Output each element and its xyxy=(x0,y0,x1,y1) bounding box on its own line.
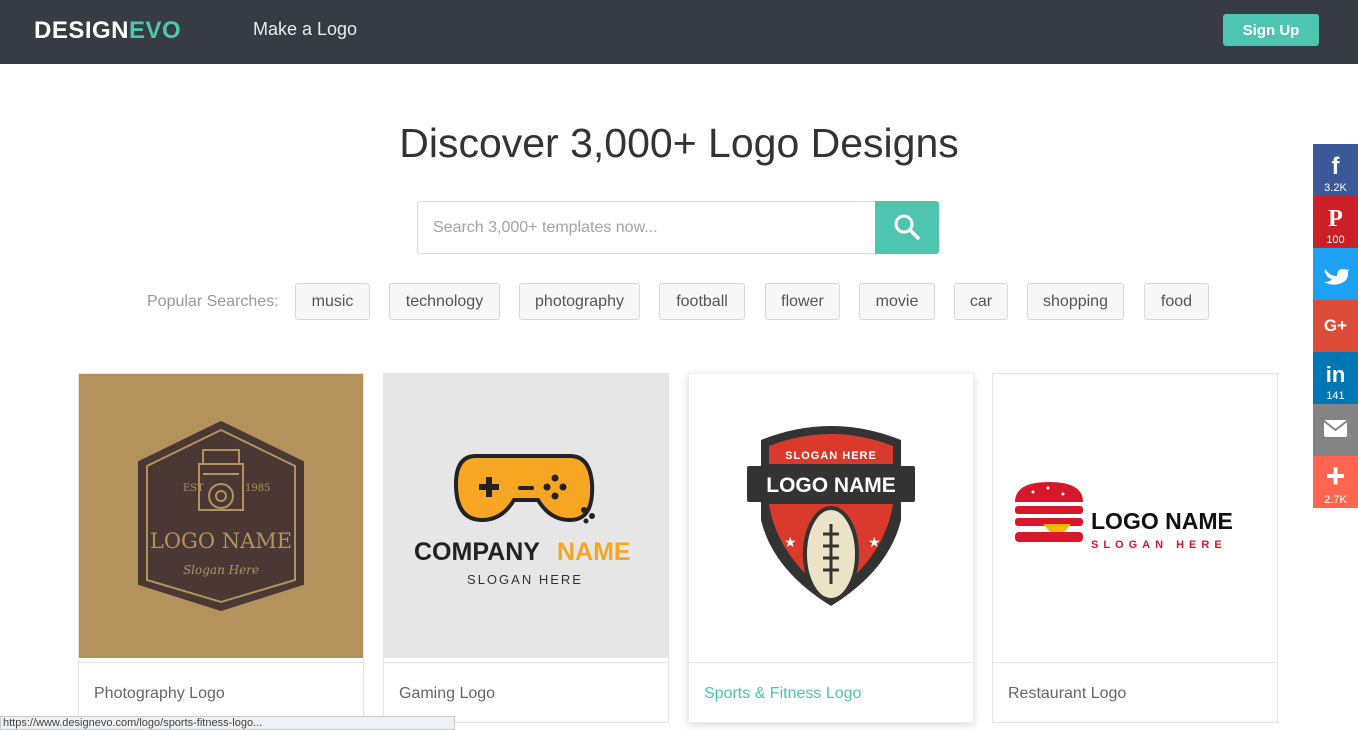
svg-text:f: f xyxy=(1332,153,1341,178)
browser-status-url: https://www.designevo.com/logo/sports-fi… xyxy=(0,716,455,730)
chip-flower[interactable]: flower xyxy=(765,283,840,320)
chip-music[interactable]: music xyxy=(295,283,370,320)
email-share-button[interactable] xyxy=(1313,404,1358,456)
popular-searches-label: Popular Searches: xyxy=(147,293,279,310)
email-icon xyxy=(1323,420,1348,437)
share-count: 3.2K xyxy=(1324,182,1347,194)
share-count: 100 xyxy=(1326,234,1345,246)
search-icon xyxy=(894,214,920,240)
sports-logo-thumbnail: ★ ★ SLOGAN HERE LOGO NAME xyxy=(689,374,973,658)
photography-logo-thumbnail: EST 1985 LOGO NAME Slogan Here xyxy=(79,374,363,658)
star-icon: ★ xyxy=(868,534,881,550)
more-share-button[interactable]: 2.7K xyxy=(1313,456,1358,508)
google-plus-icon: G+ xyxy=(1324,316,1347,335)
est-text: EST xyxy=(183,483,204,494)
year-text: 1985 xyxy=(245,483,270,494)
gaming-company-text: COMPANY xyxy=(414,538,540,566)
linkedin-icon: in xyxy=(1326,362,1346,386)
camera-logo-graphic: EST 1985 LOGO NAME Slogan Here xyxy=(138,420,304,612)
chip-car[interactable]: car xyxy=(954,283,1008,320)
restaurant-logo-thumbnail: LOGO NAME SLOGAN HERE xyxy=(993,374,1277,658)
restaurant-logo-name: LOGO NAME xyxy=(1091,508,1233,534)
template-card-photography[interactable]: EST 1985 LOGO NAME Slogan Here Photograp… xyxy=(78,373,364,723)
chip-movie[interactable]: movie xyxy=(859,283,935,320)
card-title: Restaurant Logo xyxy=(1008,685,1127,702)
chip-food[interactable]: food xyxy=(1144,283,1209,320)
share-count: 141 xyxy=(1326,390,1345,402)
card-title: Gaming Logo xyxy=(399,685,496,702)
sports-slogan: SLOGAN HERE xyxy=(785,450,877,462)
card-title: Photography Logo xyxy=(94,685,225,702)
linkedin-share-button[interactable]: in 141 xyxy=(1313,352,1358,404)
top-navbar: DESIGNEVO Make a Logo Sign Up xyxy=(0,0,1358,64)
gaming-name-text: NAME xyxy=(557,538,631,566)
template-card-restaurant[interactable]: LOGO NAME SLOGAN HERE Restaurant Logo xyxy=(992,373,1278,723)
share-plus-icon xyxy=(1327,467,1344,485)
svg-text:P: P xyxy=(1328,206,1343,230)
gaming-logo-thumbnail: COMPANY NAME SLOGAN HERE xyxy=(384,374,668,658)
pinterest-icon: P xyxy=(1328,206,1343,230)
google-plus-share-button[interactable]: G+ xyxy=(1313,300,1358,352)
search-input[interactable] xyxy=(417,201,876,254)
social-share-rail: f 3.2K P 100 G+ in 141 2.7K xyxy=(1313,144,1358,508)
football-shield-graphic: ★ ★ SLOGAN HERE LOGO NAME xyxy=(747,426,915,606)
gamepad-logo-graphic: COMPANY NAME SLOGAN HERE xyxy=(414,454,631,587)
card-caption: Gaming Logo xyxy=(384,662,668,724)
burger-logo-graphic: LOGO NAME SLOGAN HERE xyxy=(1015,482,1233,551)
sports-logo-name: LOGO NAME xyxy=(766,474,896,497)
chip-football[interactable]: football xyxy=(659,283,745,320)
template-card-sports-fitness[interactable]: ★ ★ SLOGAN HERE LOGO NAME Sports & Fitne… xyxy=(688,373,974,723)
facebook-share-button[interactable]: f 3.2K xyxy=(1313,144,1358,196)
sign-up-button[interactable]: Sign Up xyxy=(1223,14,1319,46)
search-button[interactable] xyxy=(875,201,939,254)
template-card-gaming[interactable]: COMPANY NAME SLOGAN HERE Gaming Logo xyxy=(383,373,669,723)
page-title: Discover 3,000+ Logo Designs xyxy=(399,120,959,166)
card-title: Sports & Fitness Logo xyxy=(704,685,862,702)
svg-text:G+: G+ xyxy=(1324,316,1347,335)
designevo-logo[interactable]: DESIGNEVO xyxy=(34,17,181,45)
star-icon: ★ xyxy=(784,534,797,550)
share-count: 2.7K xyxy=(1324,494,1347,506)
facebook-icon: f xyxy=(1332,153,1341,178)
chip-technology[interactable]: technology xyxy=(389,283,500,320)
chip-photography[interactable]: photography xyxy=(519,283,640,320)
chip-shopping[interactable]: shopping xyxy=(1027,283,1124,320)
pinterest-share-button[interactable]: P 100 xyxy=(1313,196,1358,248)
restaurant-slogan: SLOGAN HERE xyxy=(1091,539,1227,551)
card-caption: Photography Logo xyxy=(79,662,363,724)
twitter-icon xyxy=(1324,269,1349,285)
gaming-slogan: SLOGAN HERE xyxy=(467,572,583,587)
photography-slogan: Slogan Here xyxy=(183,563,259,577)
nav-make-a-logo[interactable]: Make a Logo xyxy=(253,19,357,40)
svg-text:in: in xyxy=(1326,362,1346,386)
card-caption: Sports & Fitness Logo xyxy=(689,662,973,724)
photography-logo-name: LOGO NAME xyxy=(150,529,292,553)
twitter-share-button[interactable] xyxy=(1313,248,1358,300)
card-caption: Restaurant Logo xyxy=(993,662,1277,724)
